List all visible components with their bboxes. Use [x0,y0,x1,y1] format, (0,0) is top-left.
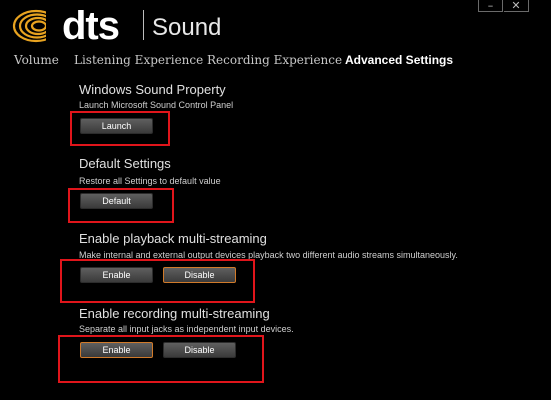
tab-advanced-settings[interactable]: Advanced Settings [345,52,453,68]
title-bar: dts Sound – ✕ [0,0,551,50]
playback-multistreaming-title: Enable playback multi-streaming [79,231,267,246]
tab-volume[interactable]: Volume [14,52,59,68]
close-button[interactable]: ✕ [504,0,529,12]
recording-multistreaming-description: Separate all input jacks as independent … [79,324,294,334]
highlight-box-playback [60,259,255,303]
highlight-box-launch [70,111,170,146]
default-settings-description: Restore all Settings to default value [79,176,221,186]
minimize-button[interactable]: – [478,0,503,12]
product-title: Sound [152,14,222,41]
title-divider [143,10,144,40]
tab-listening-experience[interactable]: Listening Experience [74,52,203,68]
default-settings-title: Default Settings [79,156,171,171]
recording-multistreaming-title: Enable recording multi-streaming [79,306,270,321]
windows-sound-title: Windows Sound Property [79,82,226,97]
windows-sound-description: Launch Microsoft Sound Control Panel [79,100,234,110]
tab-recording-experience[interactable]: Recording Experience [207,52,342,68]
tab-bar: Volume Listening Experience Recording Ex… [0,52,551,70]
dts-logo-icon [12,8,60,44]
highlight-box-default [68,188,174,223]
highlight-box-recording [58,335,264,383]
brand-logo-text: dts [62,4,120,48]
